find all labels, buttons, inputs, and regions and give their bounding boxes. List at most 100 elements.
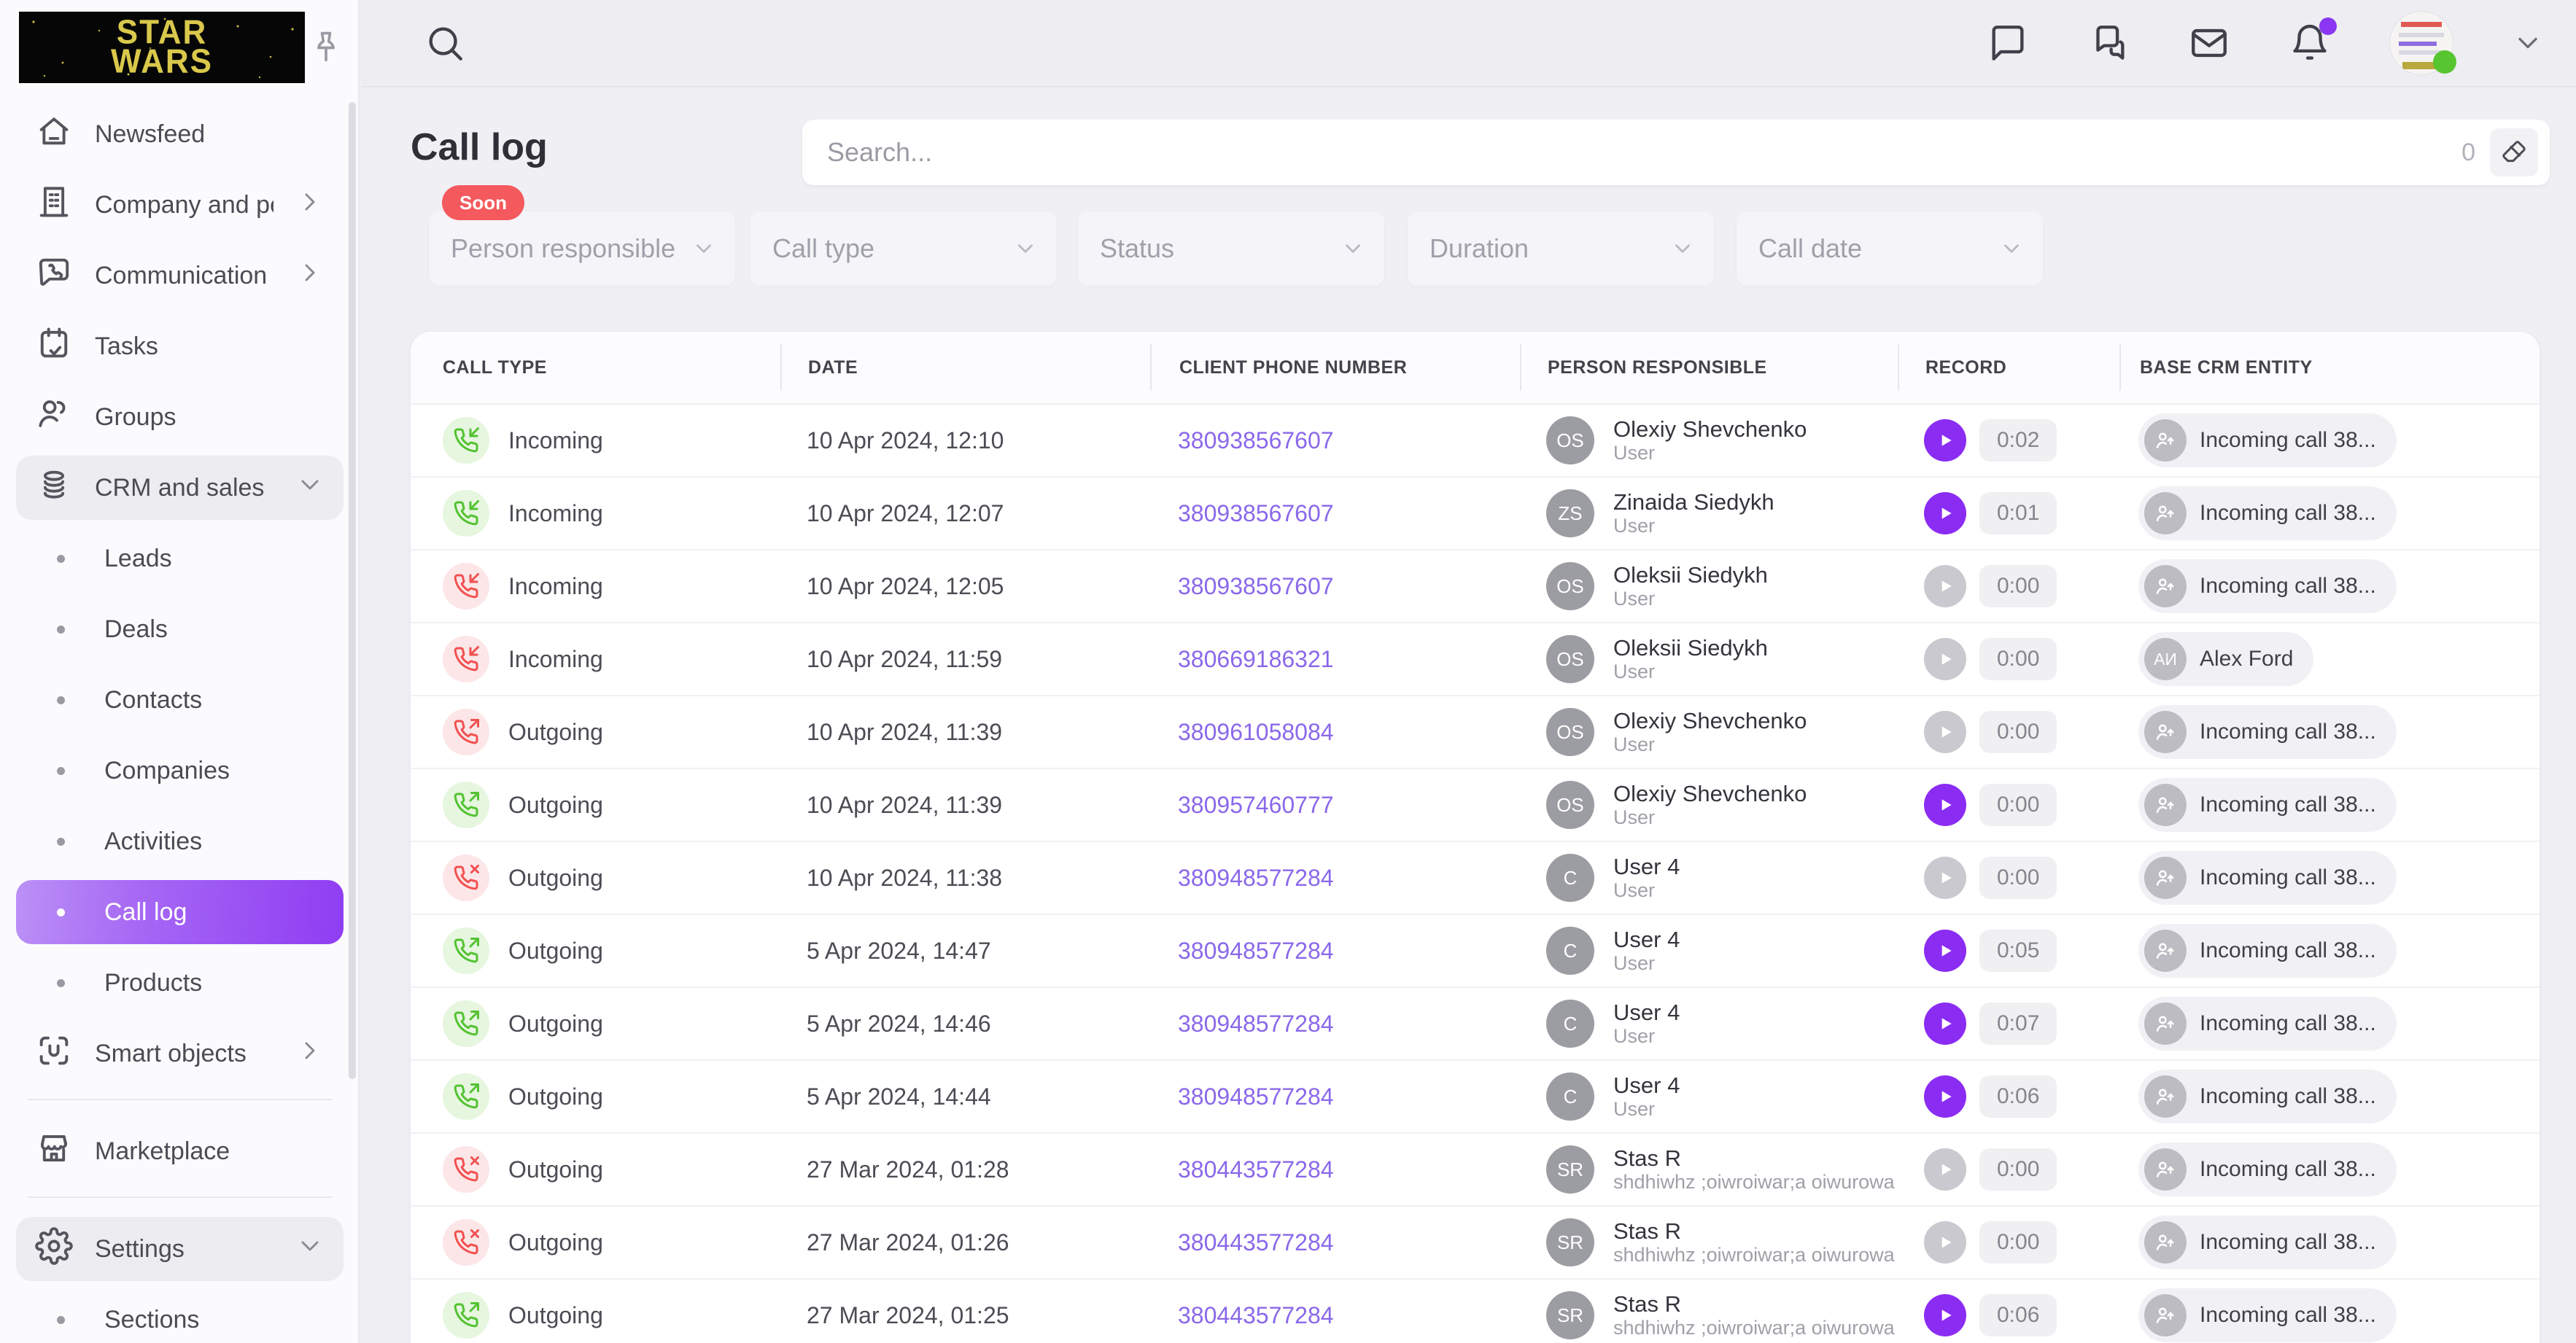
search-input[interactable] (827, 137, 2461, 168)
crm-entity-chip[interactable]: Incoming call 38... (2138, 997, 2397, 1051)
table-row[interactable]: Outgoing27 Mar 2024, 01:28380443577284SR… (411, 1134, 2540, 1207)
crm-entity-chip[interactable]: Incoming call 38... (2138, 486, 2397, 540)
sidebar-item-leads[interactable]: Leads (16, 526, 344, 591)
crm-entity-chip[interactable]: Incoming call 38... (2138, 705, 2397, 759)
client-phone-link[interactable]: 380938567607 (1178, 573, 1334, 600)
play-record-button[interactable] (1924, 1148, 1966, 1191)
crm-entity-chip[interactable]: Incoming call 38... (2138, 1288, 2397, 1342)
feedback-button[interactable] (1987, 22, 2029, 64)
sidebar-item-contacts[interactable]: Contacts (16, 668, 344, 732)
chevron-down-icon (691, 236, 716, 261)
client-phone-link[interactable]: 380938567607 (1178, 500, 1334, 527)
table-row[interactable]: Outgoing27 Mar 2024, 01:26380443577284SR… (411, 1207, 2540, 1280)
table-row[interactable]: Incoming10 Apr 2024, 11:59380669186321OS… (411, 623, 2540, 696)
crm-entity-chip[interactable]: Incoming call 38... (2138, 1070, 2397, 1124)
play-record-button[interactable] (1924, 1075, 1966, 1118)
sidebar-item-marketplace[interactable]: Marketplace (16, 1119, 344, 1183)
filter-duration[interactable]: Duration (1408, 211, 1714, 286)
record-duration: 0:06 (1979, 1294, 2057, 1336)
play-record-button[interactable] (1924, 1221, 1966, 1264)
crm-entity-chip[interactable]: Incoming call 38... (2138, 413, 2397, 467)
sidebar-item-label: Leads (104, 545, 325, 573)
sidebar-item-groups[interactable]: Groups (16, 385, 344, 449)
play-record-button[interactable] (1924, 711, 1966, 753)
person-subtitle: User (1613, 733, 1807, 756)
client-phone-link[interactable]: 380443577284 (1178, 1302, 1334, 1329)
client-phone-link[interactable]: 380443577284 (1178, 1229, 1334, 1256)
table-row[interactable]: Outgoing27 Mar 2024, 01:25380443577284SR… (411, 1280, 2540, 1343)
sidebar-item-company-and-pe[interactable]: Company and pe... (16, 173, 344, 237)
play-record-button[interactable] (1924, 565, 1966, 607)
play-record-button[interactable] (1924, 638, 1966, 680)
play-record-button[interactable] (1924, 930, 1966, 972)
table-row[interactable]: Outgoing5 Apr 2024, 14:47380948577284CUs… (411, 915, 2540, 988)
pin-sidebar-icon[interactable] (307, 28, 345, 66)
sidebar-divider (28, 1196, 332, 1198)
filter-person-responsible[interactable]: SoonPerson responsible (429, 211, 735, 286)
crm-entity-chip[interactable]: Incoming call 38... (2138, 851, 2397, 905)
user-avatar[interactable] (2389, 11, 2453, 75)
client-phone-link[interactable]: 380669186321 (1178, 646, 1334, 673)
crm-entity-chip[interactable]: Incoming call 38... (2138, 1215, 2397, 1269)
client-phone-link[interactable]: 380443577284 (1178, 1156, 1334, 1183)
sidebar-item-label: Company and pe... (95, 191, 273, 219)
client-phone-link[interactable]: 380957460777 (1178, 792, 1334, 819)
client-phone-link[interactable]: 380948577284 (1178, 865, 1334, 892)
sidebar-item-sections[interactable]: Sections (16, 1288, 344, 1343)
person-subtitle: User (1613, 1098, 1680, 1121)
crm-entity-chip[interactable]: Incoming call 38... (2138, 1142, 2397, 1196)
client-phone-link[interactable]: 380948577284 (1178, 938, 1334, 965)
filter-status[interactable]: Status (1078, 211, 1384, 286)
entity-call-icon (2144, 419, 2187, 462)
table-row[interactable]: Outgoing5 Apr 2024, 14:46380948577284CUs… (411, 988, 2540, 1061)
table-row[interactable]: Outgoing10 Apr 2024, 11:39380961058084OS… (411, 696, 2540, 769)
sidebar-item-communication-c[interactable]: Communication c... (16, 244, 344, 308)
crm-entity-chip[interactable]: Incoming call 38... (2138, 924, 2397, 978)
sidebar-item-label: Products (104, 969, 325, 997)
play-record-button[interactable] (1924, 1294, 1966, 1336)
sidebar-item-deals[interactable]: Deals (16, 597, 344, 661)
table-row[interactable]: Incoming10 Apr 2024, 12:10380938567607OS… (411, 405, 2540, 478)
person-avatar: C (1546, 1000, 1594, 1048)
sidebar-item-crm-and-sales[interactable]: CRM and sales (16, 456, 344, 520)
table-row[interactable]: Outgoing5 Apr 2024, 14:44380948577284CUs… (411, 1061, 2540, 1134)
sidebar-item-tasks[interactable]: Tasks (16, 314, 344, 378)
sidebar-item-settings[interactable]: Settings (16, 1217, 344, 1281)
play-record-button[interactable] (1924, 857, 1966, 899)
sidebar-item-activities[interactable]: Activities (16, 809, 344, 873)
sidebar-item-smart-objects[interactable]: Smart objects (16, 1021, 344, 1086)
entity-call-icon (2144, 784, 2187, 826)
sidebar-item-companies[interactable]: Companies (16, 739, 344, 803)
crm-entity-chip[interactable]: AИAlex Ford (2138, 632, 2313, 686)
messenger-button[interactable] (2087, 22, 2130, 64)
profile-menu-button[interactable] (2512, 27, 2544, 59)
sidebar-item-call-log[interactable]: Call log (16, 880, 344, 944)
crm-icon (35, 466, 73, 510)
mail-button[interactable] (2188, 22, 2230, 64)
play-record-button[interactable] (1924, 1003, 1966, 1045)
play-record-button[interactable] (1924, 784, 1966, 826)
table-row[interactable]: Outgoing10 Apr 2024, 11:38380948577284CU… (411, 842, 2540, 915)
sidebar-item-newsfeed[interactable]: Newsfeed (16, 102, 344, 166)
global-search-button[interactable] (424, 22, 466, 64)
client-phone-link[interactable]: 380948577284 (1178, 1011, 1334, 1038)
table-row[interactable]: Incoming10 Apr 2024, 12:07380938567607ZS… (411, 478, 2540, 550)
clear-search-button[interactable] (2490, 128, 2538, 176)
sidebar-scrollbar[interactable] (349, 102, 356, 1079)
client-phone-link[interactable]: 380938567607 (1178, 427, 1334, 454)
crm-entity-chip[interactable]: Incoming call 38... (2138, 559, 2397, 613)
app-logo[interactable]: STAR WARS (19, 12, 305, 83)
client-phone-link[interactable]: 380961058084 (1178, 719, 1334, 746)
play-record-button[interactable] (1924, 492, 1966, 534)
chevron-down-icon (2512, 27, 2544, 59)
client-phone-link[interactable]: 380948577284 (1178, 1083, 1334, 1110)
sidebar-item-products[interactable]: Products (16, 951, 344, 1015)
notifications-button[interactable] (2289, 22, 2331, 64)
table-row[interactable]: Outgoing10 Apr 2024, 11:39380957460777OS… (411, 769, 2540, 842)
filter-call-type[interactable]: Call type (750, 211, 1057, 286)
play-record-button[interactable] (1924, 419, 1966, 462)
filter-call-date[interactable]: Call date (1737, 211, 2043, 286)
topbar (361, 0, 2576, 87)
table-row[interactable]: Incoming10 Apr 2024, 12:05380938567607OS… (411, 550, 2540, 623)
crm-entity-chip[interactable]: Incoming call 38... (2138, 778, 2397, 832)
